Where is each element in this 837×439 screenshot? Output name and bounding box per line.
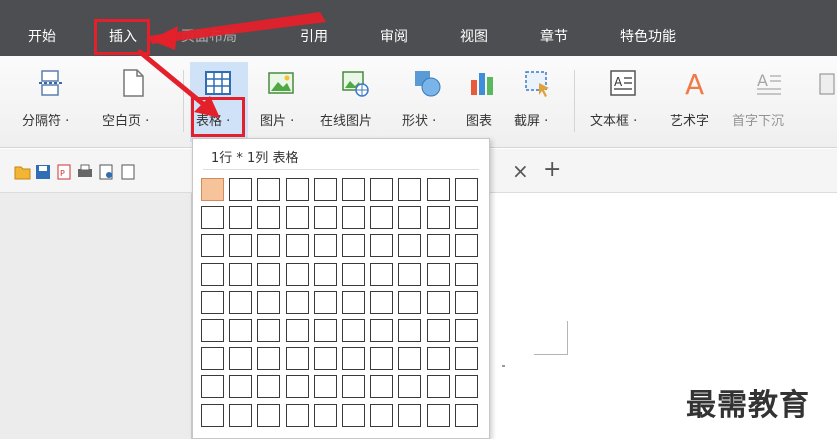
watermark: 最需教育 <box>686 388 810 423</box>
annotation-arrows <box>137 12 326 118</box>
